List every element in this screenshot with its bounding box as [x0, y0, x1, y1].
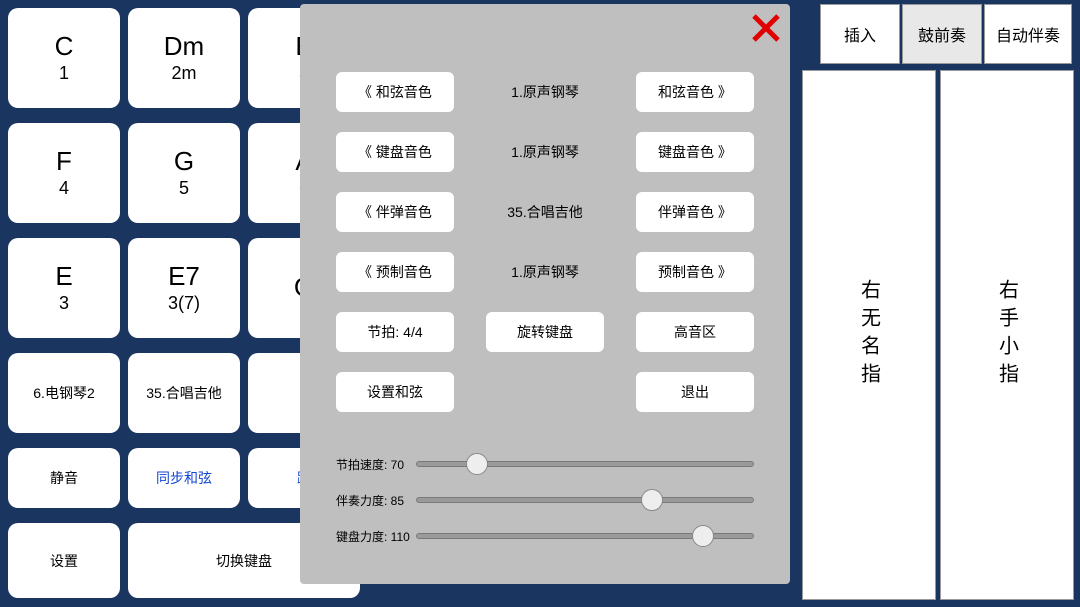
close-icon[interactable] [748, 10, 784, 46]
modal-mid-label-0: 1.原声钢琴 [485, 82, 605, 102]
top-button-1[interactable]: 鼓前奏 [902, 4, 982, 64]
bottom-cell-0[interactable]: 设置 [8, 523, 120, 598]
chord-cell-3[interactable]: F4 [8, 123, 120, 223]
slider-track-2[interactable] [416, 533, 754, 539]
slider-label-0: 节拍速度: 70 [336, 456, 404, 473]
right-panel-0[interactable]: 右无名指 [802, 70, 936, 600]
modal-mid-label-1: 1.原声钢琴 [485, 142, 605, 162]
slider-row-2: 键盘力度: 110 [336, 518, 754, 554]
modal-next-button-2[interactable]: 伴弹音色 》 [636, 192, 754, 232]
slider-label-2: 键盘力度: 110 [336, 528, 404, 545]
chord-note: F [56, 147, 72, 176]
top-button-2[interactable]: 自动伴奏 [984, 4, 1072, 64]
slider-thumb-1[interactable] [641, 489, 663, 511]
chord-cell-4[interactable]: G5 [128, 123, 240, 223]
modal-row-0: 《 和弦音色 1.原声钢琴 和弦音色 》 [336, 72, 754, 112]
chord-cell-6[interactable]: E3 [8, 238, 120, 338]
modal-row-3: 《 预制音色 1.原声钢琴 预制音色 》 [336, 252, 754, 292]
control-cell-0[interactable]: 静音 [8, 448, 120, 508]
modal-prev-button-5[interactable]: 设置和弦 [336, 372, 454, 412]
modal-next-button-1[interactable]: 键盘音色 》 [636, 132, 754, 172]
modal-next-button-4[interactable]: 高音区 [636, 312, 754, 352]
chord-sub: 3 [59, 293, 69, 314]
modal-mid-label-2: 35.合唱吉他 [485, 202, 605, 222]
chord-note: Dm [164, 32, 204, 61]
top-button-0[interactable]: 插入 [820, 4, 900, 64]
modal-prev-button-4[interactable]: 节拍: 4/4 [336, 312, 454, 352]
modal-next-button-3[interactable]: 预制音色 》 [636, 252, 754, 292]
modal-row-5: 设置和弦 退出 [336, 372, 754, 412]
modal-mid-label-3: 1.原声钢琴 [485, 262, 605, 282]
modal-prev-button-3[interactable]: 《 预制音色 [336, 252, 454, 292]
instrument-cell-0[interactable]: 6.电钢琴2 [8, 353, 120, 433]
instrument-cell-1[interactable]: 35.合唱吉他 [128, 353, 240, 433]
slider-track-0[interactable] [416, 461, 754, 467]
modal-prev-button-1[interactable]: 《 键盘音色 [336, 132, 454, 172]
slider-label-1: 伴奏力度: 85 [336, 492, 404, 509]
chord-sub: 4 [59, 178, 69, 199]
chord-note: C [55, 32, 74, 61]
chord-cell-7[interactable]: E73(7) [128, 238, 240, 338]
right-panel-1[interactable]: 右手小指 [940, 70, 1074, 600]
chord-sub: 2m [171, 63, 196, 84]
chord-note: E [55, 262, 72, 291]
slider-thumb-2[interactable] [692, 525, 714, 547]
modal-row-4: 节拍: 4/4 旋转键盘高音区 [336, 312, 754, 352]
slider-track-1[interactable] [416, 497, 754, 503]
slider-row-0: 节拍速度: 70 [336, 446, 754, 482]
chord-cell-0[interactable]: C1 [8, 8, 120, 108]
chord-sub: 5 [179, 178, 189, 199]
modal-row-2: 《 伴弹音色 35.合唱吉他 伴弹音色 》 [336, 192, 754, 232]
chord-note: G [174, 147, 194, 176]
chord-sub: 3(7) [168, 293, 200, 314]
modal-next-button-0[interactable]: 和弦音色 》 [636, 72, 754, 112]
modal-prev-button-0[interactable]: 《 和弦音色 [336, 72, 454, 112]
chord-sub: 1 [59, 63, 69, 84]
chord-cell-1[interactable]: Dm2m [128, 8, 240, 108]
chord-note: E7 [168, 262, 200, 291]
modal-mid-button-4[interactable]: 旋转键盘 [486, 312, 604, 352]
settings-modal: 《 和弦音色1.原声钢琴和弦音色 》《 键盘音色1.原声钢琴键盘音色 》《 伴弹… [300, 4, 790, 584]
control-cell-1[interactable]: 同步和弦 [128, 448, 240, 508]
modal-prev-button-2[interactable]: 《 伴弹音色 [336, 192, 454, 232]
modal-next-button-5[interactable]: 退出 [636, 372, 754, 412]
modal-row-1: 《 键盘音色 1.原声钢琴 键盘音色 》 [336, 132, 754, 172]
slider-row-1: 伴奏力度: 85 [336, 482, 754, 518]
slider-thumb-0[interactable] [466, 453, 488, 475]
